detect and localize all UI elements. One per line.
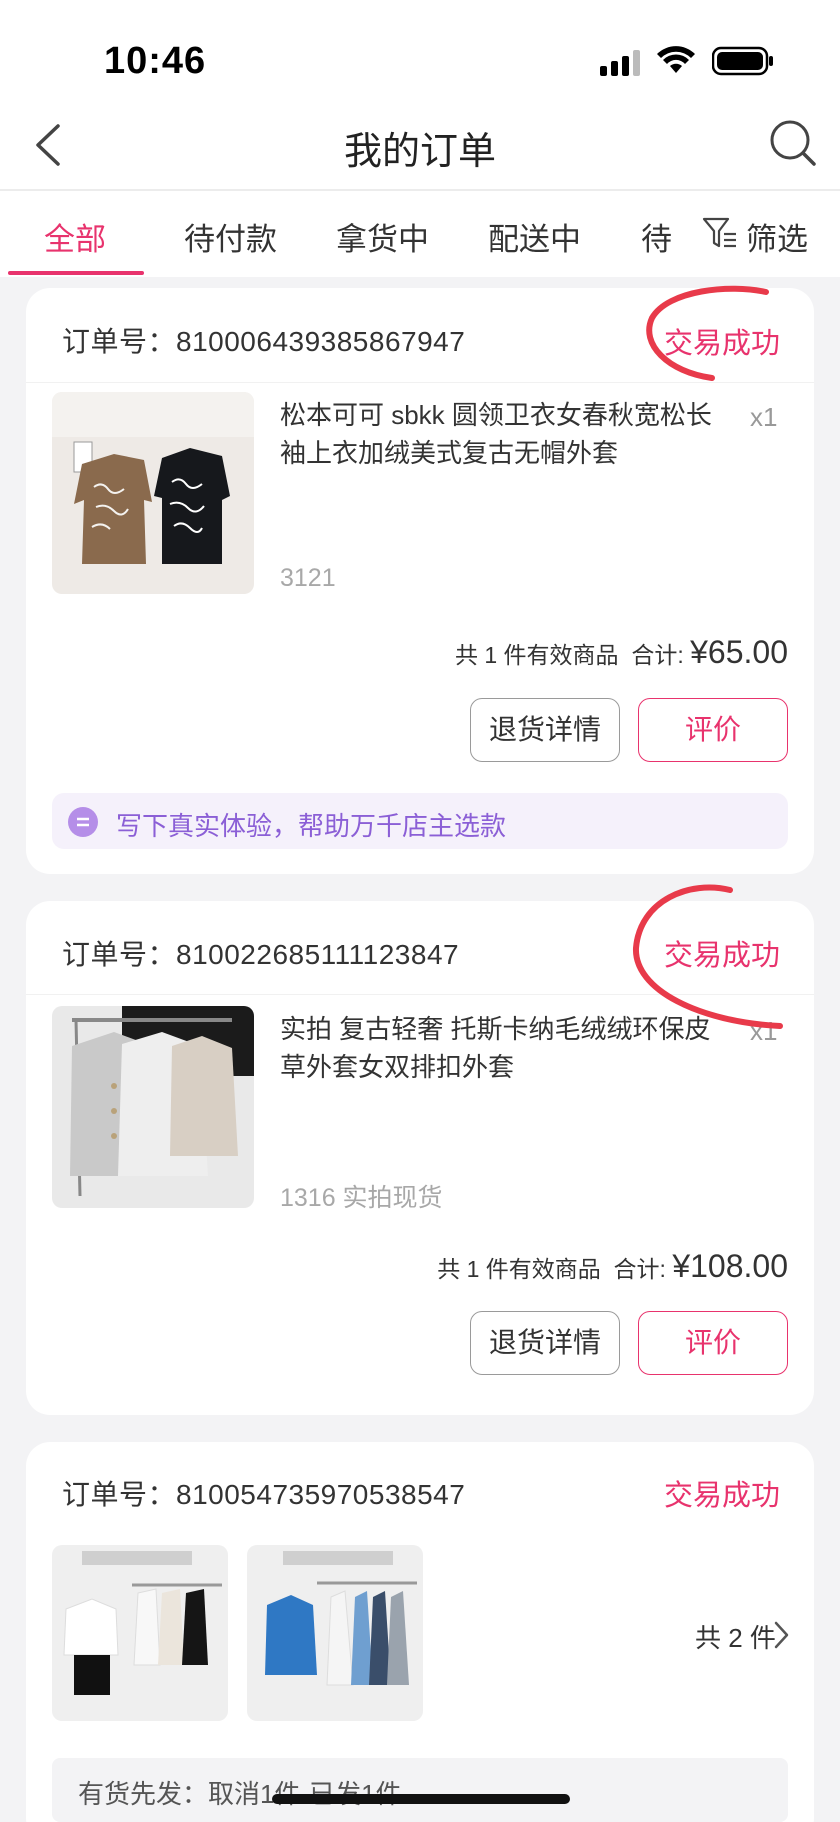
review-tip-text: 写下真实体验，帮助万千店主选款 <box>116 811 507 841</box>
shipping-note: 有货先发：取消1件·已发1件 <box>78 1779 402 1809</box>
product-name[interactable]: 松本可可 sbkk 圆领卫衣女春秋宽松长袖上衣加绒美式复古无帽外套 <box>280 396 720 472</box>
order-number-label: 订单号：810006439385867947 <box>62 326 466 357</box>
return-details-button[interactable]: 退货详情 <box>470 698 620 762</box>
divider <box>26 382 814 383</box>
tab-all[interactable]: 全部 <box>44 214 106 259</box>
order-status: 交易成功 <box>664 328 781 360</box>
order-status: 交易成功 <box>664 1480 781 1512</box>
review-button[interactable]: 评价 <box>638 1311 788 1375</box>
chat-bubble-icon <box>68 807 98 837</box>
order-number-label: 订单号：810054735970538547 <box>62 1479 466 1510</box>
chevron-right-icon[interactable] <box>772 1620 790 1650</box>
tab-pending-payment[interactable]: 待付款 <box>184 214 277 259</box>
filter-icon[interactable] <box>702 216 738 250</box>
tab-shipping[interactable]: 配送中 <box>488 214 581 259</box>
cellular-signal-icon <box>600 50 640 76</box>
product-image[interactable] <box>52 1545 228 1721</box>
product-spec: 3121 <box>280 564 336 592</box>
divider <box>26 994 814 995</box>
home-indicator <box>272 1794 570 1804</box>
product-name[interactable]: 实拍 复古轻奢 托斯卡纳毛绒绒环保皮草外套女双排扣外套 <box>280 1010 720 1086</box>
product-image[interactable] <box>247 1545 423 1721</box>
order-number-label: 订单号：810022685111123847 <box>62 939 460 970</box>
status-time: 10:46 <box>104 40 207 82</box>
quantity: x1 <box>750 1016 778 1046</box>
product-image[interactable] <box>52 1006 254 1208</box>
active-tab-indicator <box>8 271 144 275</box>
item-count[interactable]: 共 2 件 <box>695 1618 776 1655</box>
order-summary: 共 1 件有效商品 合计: ¥108.00 <box>437 1248 788 1284</box>
review-button[interactable]: 评价 <box>638 698 788 762</box>
order-summary: 共 1 件有效商品 合计: ¥65.00 <box>454 634 788 670</box>
search-icon[interactable] <box>768 118 818 170</box>
tab-pending-more[interactable]: 待 <box>641 214 672 259</box>
page-title: 我的订单 <box>343 131 496 173</box>
filter-button[interactable]: 筛选 <box>746 214 808 259</box>
return-details-button[interactable]: 退货详情 <box>470 1311 620 1375</box>
order-status: 交易成功 <box>664 940 781 972</box>
product-spec: 1316 实拍现货 <box>280 1184 443 1212</box>
wifi-icon <box>657 46 695 73</box>
product-image[interactable] <box>52 392 254 594</box>
battery-icon <box>712 46 773 76</box>
quantity: x1 <box>750 402 778 432</box>
tab-picking[interactable]: 拿货中 <box>336 214 429 259</box>
